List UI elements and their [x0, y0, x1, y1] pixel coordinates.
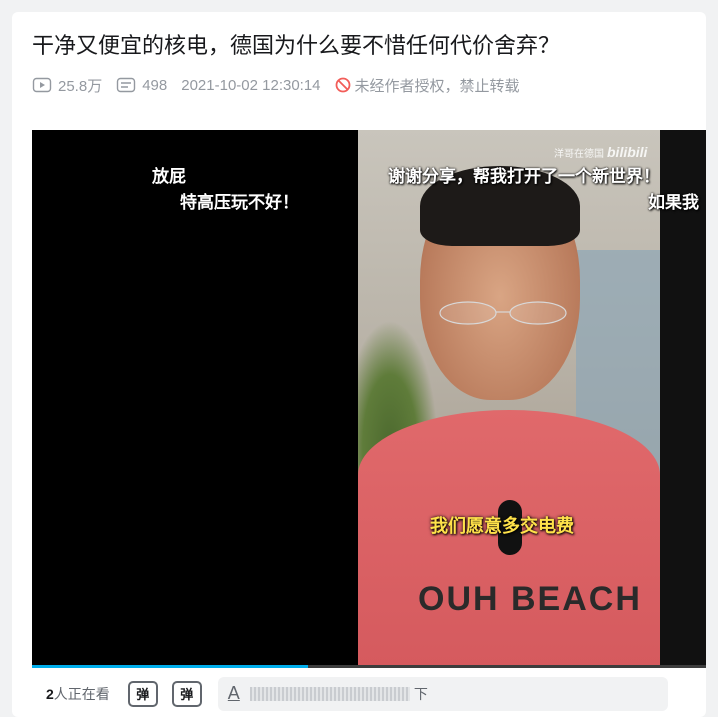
play-icon — [32, 77, 52, 93]
danmaku-icon — [117, 77, 136, 93]
font-style-icon[interactable]: A — [228, 683, 240, 704]
video-meta: 25.8万 498 2021-10-02 12:30:14 未经作者授权，禁止转… — [32, 75, 520, 95]
online-viewers: 2人正在看 — [46, 684, 110, 704]
play-count: 25.8万 — [32, 75, 102, 96]
progress-fill — [32, 665, 309, 668]
video-caption: 我们愿意多交电费 — [430, 516, 574, 536]
bilibili-logo: bilibili — [607, 144, 648, 160]
video-frame: OUH BEACH — [358, 130, 660, 665]
danmaku-toggle-button[interactable]: 弹 — [127, 680, 158, 707]
play-count-value: 25.8万 — [58, 77, 103, 95]
progress-bar[interactable] — [32, 665, 706, 668]
danmaku-bar: 2人正在看 弹 弹 A 下 — [32, 670, 706, 717]
forbidden-icon — [335, 77, 350, 93]
copyright-notice: 未经作者授权，禁止转载 — [335, 75, 520, 96]
danmaku-item: 特高压玩不好！ — [180, 193, 299, 212]
input-placeholder-tail: 下 — [413, 685, 428, 702]
input-placeholder-blurred — [249, 686, 410, 701]
copyright-text: 未经作者授权，禁止转载 — [354, 77, 520, 95]
danmaku-input[interactable]: A 下 — [217, 676, 668, 711]
uploader-watermark: 洋哥在德国 bilibili — [554, 144, 647, 160]
danmaku-settings-button[interactable]: 弹 — [171, 680, 202, 707]
watermark-text: 洋哥在德国 — [554, 149, 604, 160]
publish-time: 2021-10-02 12:30:14 — [181, 76, 321, 94]
viewers-count: 2 — [46, 685, 54, 702]
danmaku-count-value: 498 — [142, 76, 168, 94]
video-card: 干净又便宜的核电，德国为什么要不惜任何代价舍弃？ 25.8万 498 2021-… — [12, 12, 706, 717]
danmaku-item: 谢谢分享，帮我打开了一个新世界！ — [388, 167, 660, 186]
danmaku-item: 如果我 — [648, 193, 699, 212]
danmaku-item: 放屁 — [152, 167, 186, 186]
video-player[interactable]: OUH BEACH 放屁 特高压玩不好！ 谢谢分享，帮我打开了一个新世界！ 如果… — [32, 130, 706, 665]
danmaku-count: 498 — [116, 77, 167, 94]
glasses — [439, 301, 567, 325]
shirt-print: OUH BEACH — [418, 580, 642, 618]
video-title: 干净又便宜的核电，德国为什么要不惜任何代价舍弃？ — [32, 33, 561, 58]
viewers-label: 人正在看 — [53, 685, 110, 702]
